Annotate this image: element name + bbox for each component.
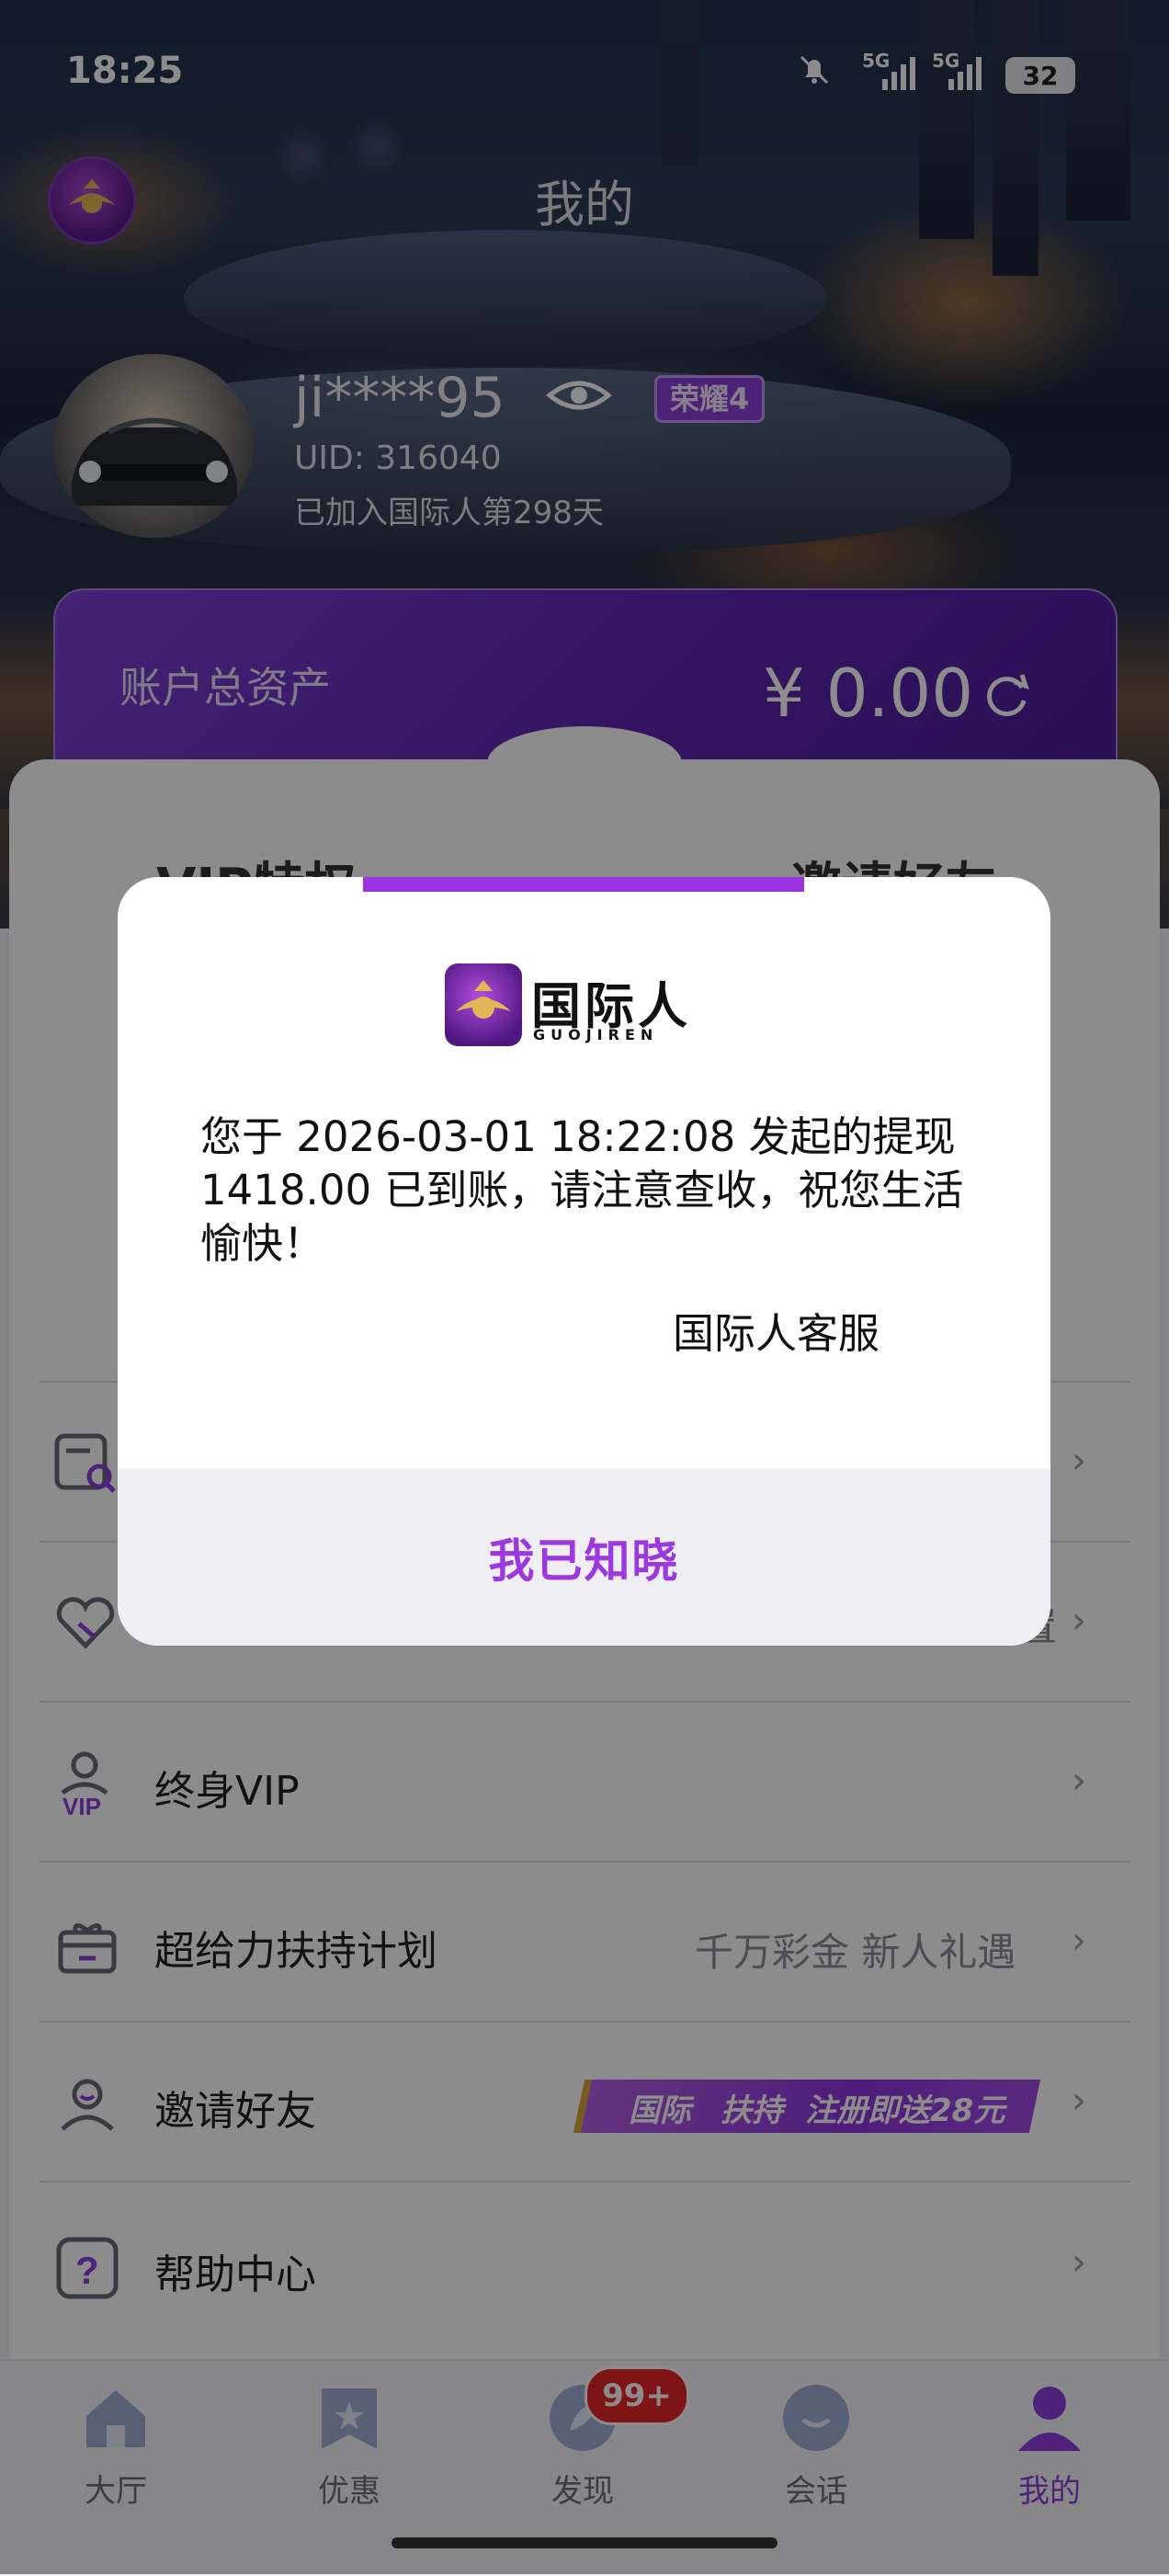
notice-message: 您于 2026-03-01 18:22:08 发起的提现1418.00 已到账，…	[200, 1112, 964, 1268]
brand-logo-icon	[445, 963, 522, 1046]
acknowledge-button[interactable]: 我已知晓	[118, 1469, 1050, 1646]
dialog-accent-bar	[363, 877, 804, 892]
notice-signature: 国际人客服	[673, 1309, 880, 1358]
brand-name-en: GUOJIREN	[533, 1026, 659, 1043]
withdraw-notice-dialog: 国际人 GUOJIREN 您于 2026-03-01 18:22:08 发起的提…	[118, 877, 1050, 1646]
